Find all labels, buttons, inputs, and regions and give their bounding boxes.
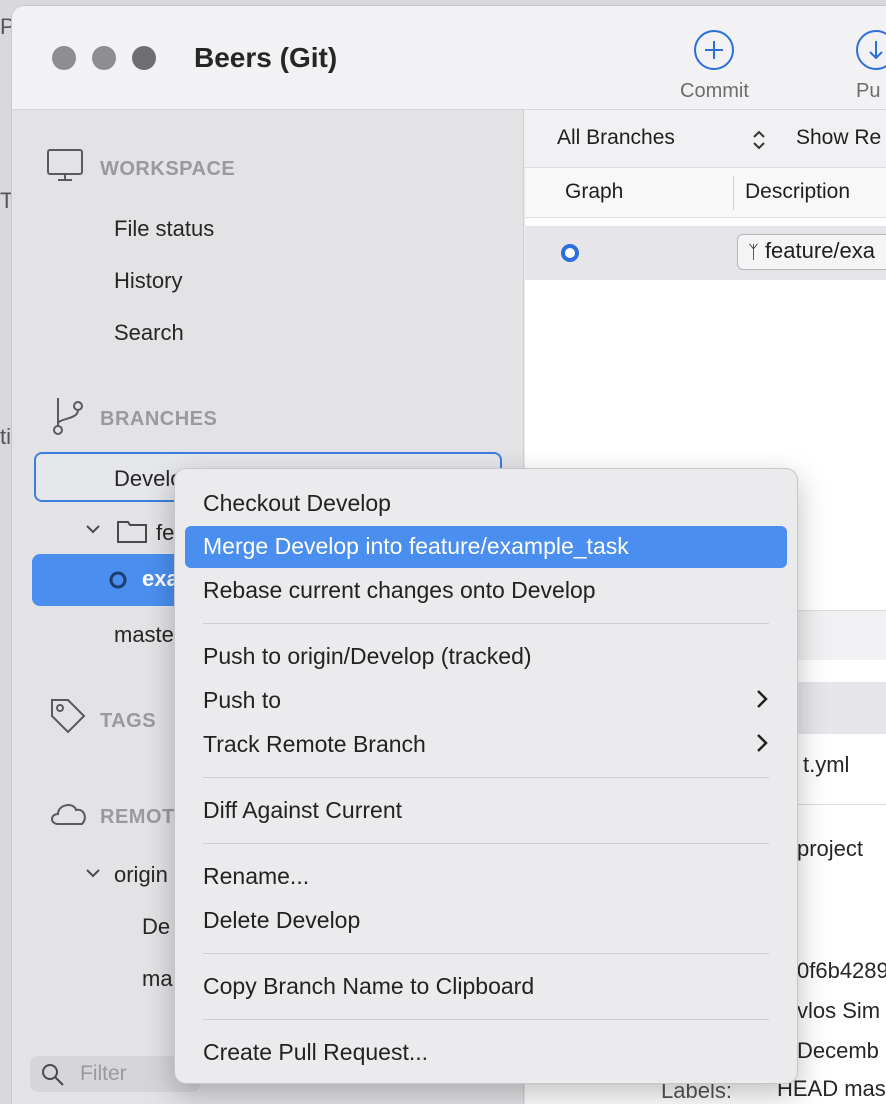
window-title: Beers (Git) (194, 42, 338, 73)
minimize-window-button[interactable] (92, 46, 116, 70)
pull-label: Pu (856, 80, 881, 102)
commit-node-icon (561, 244, 579, 262)
menu-item-copy-name[interactable]: Copy Branch Name to Clipboard (185, 966, 787, 1008)
pull-button[interactable]: Pu (856, 30, 886, 103)
menu-item-create-pr[interactable]: Create Pull Request... (185, 1032, 787, 1074)
sidebar-item-file-status[interactable]: File status (114, 216, 214, 242)
search-icon (42, 1064, 64, 1086)
branch-master[interactable]: maste (114, 622, 174, 648)
context-menu: Checkout Develop Merge Develop into feat… (174, 468, 798, 1084)
menu-separator (203, 777, 769, 778)
track-remote-label: Track Remote Branch (203, 731, 426, 757)
menu-item-push-to[interactable]: Push to (185, 680, 787, 722)
current-branch-icon (109, 571, 127, 589)
sidebar-item-search[interactable]: Search (114, 320, 184, 346)
commit-button[interactable]: Commit (680, 30, 749, 103)
column-description[interactable]: Description (745, 180, 850, 204)
chevron-down-icon[interactable] (84, 864, 102, 882)
menu-item-rename[interactable]: Rename... (185, 856, 787, 898)
menu-separator (203, 623, 769, 624)
remote-branch-item[interactable]: De (142, 914, 170, 940)
branches-header: BRANCHES (100, 408, 218, 430)
ref-tag-label: feature/exa (764, 238, 876, 263)
sidebar-item-history[interactable]: History (114, 268, 182, 294)
commit-project: project (797, 836, 864, 861)
menu-item-track-remote[interactable]: Track Remote Branch (185, 724, 787, 766)
close-window-button[interactable] (52, 46, 76, 70)
menu-item-push-tracked[interactable]: Push to origin/Develop (tracked) (185, 636, 787, 678)
menu-item-checkout[interactable]: Checkout Develop (185, 483, 787, 525)
commit-label: Commit (680, 80, 749, 102)
tag-icon (51, 699, 86, 734)
push-to-label: Push to (203, 687, 281, 713)
arrow-down-icon (856, 30, 886, 70)
branch-ref-tag: ᛉ feature/exa (737, 234, 886, 270)
column-graph[interactable]: Graph (565, 180, 623, 204)
column-divider (733, 176, 734, 210)
workspace-header: WORKSPACE (100, 158, 236, 180)
commit-date: Decemb (797, 1038, 879, 1063)
chevron-right-icon (757, 734, 768, 752)
commit-author: vlos Sim (797, 998, 881, 1023)
monitor-icon (47, 149, 83, 181)
branch-small-icon: ᛉ (748, 242, 759, 262)
titlebar: Beers (Git) Commit Pu (12, 6, 886, 110)
show-remote-toggle[interactable]: Show Re (796, 126, 881, 150)
remote-origin[interactable]: origin (114, 862, 168, 888)
folder-feature[interactable]: fe (156, 520, 174, 546)
branch-filter-bar: All Branches Show Re (525, 110, 886, 168)
chevron-right-icon (757, 690, 768, 708)
zoom-window-button[interactable] (132, 46, 156, 70)
filter-placeholder: Filter (80, 1062, 127, 1085)
menu-item-diff[interactable]: Diff Against Current (185, 790, 787, 832)
file-name[interactable]: t.yml (803, 752, 849, 778)
branch-filter-select[interactable]: All Branches (557, 126, 675, 150)
tags-header: TAGS (100, 710, 157, 732)
menu-separator (203, 843, 769, 844)
plus-icon (694, 30, 735, 70)
updown-chevron-icon[interactable] (751, 128, 767, 152)
background-text: ti (0, 424, 11, 449)
menu-item-rebase[interactable]: Rebase current changes onto Develop (185, 570, 787, 612)
commit-row[interactable]: ᛉ feature/exa (525, 226, 886, 280)
branch-icon (53, 398, 83, 435)
chevron-down-icon[interactable] (84, 520, 102, 538)
menu-separator (203, 953, 769, 954)
cloud-icon (51, 804, 86, 825)
remote-branch-item[interactable]: ma (142, 966, 173, 992)
folder-icon (117, 521, 147, 543)
menu-item-delete[interactable]: Delete Develop (185, 900, 787, 942)
commit-hash: 0f6b4289 (797, 958, 886, 983)
menu-item-merge[interactable]: Merge Develop into feature/example_task (185, 526, 787, 568)
menu-separator (203, 1019, 769, 1020)
column-header: Graph Description (525, 168, 886, 218)
